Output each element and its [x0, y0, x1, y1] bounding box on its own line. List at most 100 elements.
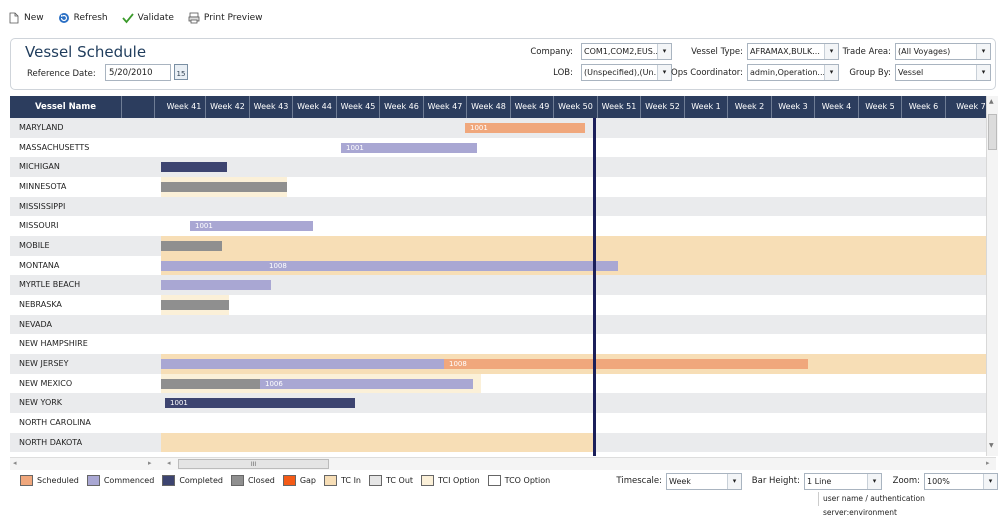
voyage-bar-commenced[interactable]: 1006: [260, 378, 473, 389]
week-header: Week 4: [815, 96, 859, 118]
table-row[interactable]: NEVADA: [10, 314, 996, 335]
vessel-type-label: Vessel Type:: [691, 47, 743, 57]
table-row[interactable]: MISSOURI 1001: [10, 216, 996, 236]
legend-item-tco-option: TCO Option: [487, 474, 550, 486]
voyage-bar-commenced[interactable]: 1008: [264, 260, 618, 271]
trade-area-select[interactable]: (All Voyages) ▾: [895, 43, 991, 60]
table-row[interactable]: MOBILE: [10, 236, 996, 256]
bar-height-label: Bar Height:: [751, 476, 800, 486]
legend-label: TCI Option: [438, 475, 480, 485]
table-row[interactable]: NEBRASKA: [10, 295, 996, 315]
new-button[interactable]: New: [8, 12, 44, 24]
week-header: Week 46: [380, 96, 424, 118]
voyage-bar-commenced[interactable]: [161, 280, 271, 291]
scroll-left-arrow-icon[interactable]: ◂: [13, 459, 17, 467]
scroll-right-arrow-icon[interactable]: ▸: [986, 459, 990, 467]
tc-in-period: [161, 236, 996, 256]
table-row[interactable]: MONTANA 1008: [10, 255, 996, 276]
reference-date-label: Reference Date:: [27, 69, 96, 79]
voyage-bar-commenced[interactable]: 1001: [341, 142, 477, 153]
table-row[interactable]: MINNESOTA: [10, 177, 996, 197]
scroll-up-arrow-icon[interactable]: ▲: [989, 98, 994, 105]
calendar-icon[interactable]: 15: [174, 64, 188, 80]
bar-height-select[interactable]: 1 Line ▾: [804, 473, 882, 490]
horizontal-scroll-thumb[interactable]: III: [178, 459, 329, 469]
lob-select[interactable]: (Unspecified),(Un... ▾: [581, 64, 672, 81]
status-bar-text: user name / authentication server:enviro…: [818, 492, 1000, 517]
schedule-grid: Vessel Name Week 41 Week 42 Week 43 Week…: [10, 96, 996, 456]
table-row[interactable]: NEW JERSEY 1008: [10, 354, 996, 374]
week-header: Week 50: [554, 96, 598, 118]
table-row[interactable]: MISSISSIPPI: [10, 196, 996, 217]
table-row[interactable]: NEW HAMPSHIRE: [10, 334, 996, 354]
vessel-name: NEW MEXICO: [19, 378, 73, 388]
legend-label: TC Out: [386, 475, 414, 485]
voyage-bar-completed[interactable]: [161, 162, 227, 173]
refresh-button[interactable]: Refresh: [58, 12, 108, 24]
scroll-right-arrow-icon[interactable]: ▸: [148, 459, 152, 467]
legend-item-completed: Completed: [162, 474, 223, 486]
print-preview-icon: [188, 12, 200, 24]
print-preview-button[interactable]: Print Preview: [188, 12, 263, 24]
vessel-type-value: AFRAMAX,BULK...: [750, 47, 820, 56]
table-row[interactable]: MARYLAND 1001: [10, 118, 996, 138]
legend-item-tci-option: TCI Option: [421, 474, 480, 486]
horizontal-scrollbar[interactable]: ◂ ▸ ◂ III ▸: [10, 457, 996, 470]
vessel-type-select[interactable]: AFRAMAX,BULK... ▾: [747, 43, 839, 60]
voyage-bar-scheduled[interactable]: 1008: [444, 359, 808, 369]
lob-label: LOB:: [553, 68, 573, 78]
voyage-bar-commenced[interactable]: [161, 260, 264, 271]
print-preview-label: Print Preview: [203, 13, 263, 23]
voyage-bar-closed[interactable]: [161, 241, 222, 251]
zoom-select[interactable]: 100% ▾: [924, 473, 998, 490]
lob-value: (Unspecified),(Un...: [584, 68, 662, 77]
vessel-name: MASSACHUSETTS: [19, 142, 90, 152]
trade-area-value: (All Voyages): [898, 47, 951, 56]
group-by-select[interactable]: Vessel ▾: [895, 64, 991, 81]
vessel-name: NORTH CAROLINA: [19, 418, 91, 427]
vessel-name-column-header[interactable]: Vessel Name: [10, 96, 122, 118]
vessel-name: MISSISSIPPI: [19, 201, 66, 211]
voyage-bar-commenced[interactable]: 1001: [190, 221, 313, 232]
vertical-scroll-thumb[interactable]: [988, 114, 997, 150]
vessel-extra-column-header: [122, 96, 155, 118]
table-row[interactable]: NEW YORK 1001: [10, 393, 996, 413]
table-row[interactable]: MASSACHUSETTS 1001: [10, 137, 996, 158]
table-row[interactable]: NORTH CAROLINA: [10, 413, 996, 433]
vertical-scrollbar[interactable]: ▲ ▼: [986, 96, 998, 456]
reference-date-input[interactable]: 5/20/2010: [105, 64, 171, 81]
table-row[interactable]: NORTH DAKOTA: [10, 432, 996, 453]
voyage-bar-commenced[interactable]: [161, 359, 444, 369]
legend-item-tc-in: TC In: [324, 474, 361, 486]
week-header: Week 42: [206, 96, 250, 118]
company-value: COM1,COM2,EUS...: [584, 47, 661, 56]
voyage-bar-closed[interactable]: [161, 182, 287, 192]
vessel-name: NEW HAMPSHIRE: [19, 339, 88, 349]
chevron-down-icon: ▾: [657, 44, 671, 59]
voyage-bar-closed[interactable]: [161, 378, 260, 389]
company-label: Company:: [530, 47, 573, 57]
vessel-name: NEBRASKA: [19, 300, 62, 309]
voyage-bar-scheduled[interactable]: 1001: [465, 123, 585, 133]
scroll-down-arrow-icon[interactable]: ▼: [989, 442, 994, 449]
status-legend: Scheduled Commenced Completed Closed Gap…: [20, 473, 550, 487]
week-header: Week 3: [772, 96, 815, 118]
voyage-bar-closed[interactable]: [161, 300, 229, 310]
ops-coordinator-select[interactable]: admin,Operation... ▾: [747, 64, 839, 81]
scroll-left-arrow-icon[interactable]: ◂: [167, 459, 171, 467]
voyage-bar-completed[interactable]: 1001: [165, 398, 355, 409]
chevron-down-icon: ▾: [983, 474, 997, 489]
timescale-select[interactable]: Week ▾: [666, 473, 742, 490]
company-select[interactable]: COM1,COM2,EUS... ▾: [581, 43, 672, 60]
validate-button[interactable]: Validate: [121, 12, 174, 24]
legend-label: Completed: [179, 475, 223, 485]
week-header: Week 49: [511, 96, 554, 118]
timescale-label: Timescale:: [616, 476, 662, 486]
table-row[interactable]: NEW MEXICO 1006: [10, 373, 996, 394]
chevron-down-icon: ▾: [824, 44, 838, 59]
week-header: Week 41: [163, 96, 206, 118]
table-row[interactable]: MICHIGAN: [10, 157, 996, 177]
page-title: Vessel Schedule: [25, 43, 147, 61]
table-row[interactable]: MYRTLE BEACH: [10, 275, 996, 295]
swatch: [324, 474, 338, 486]
